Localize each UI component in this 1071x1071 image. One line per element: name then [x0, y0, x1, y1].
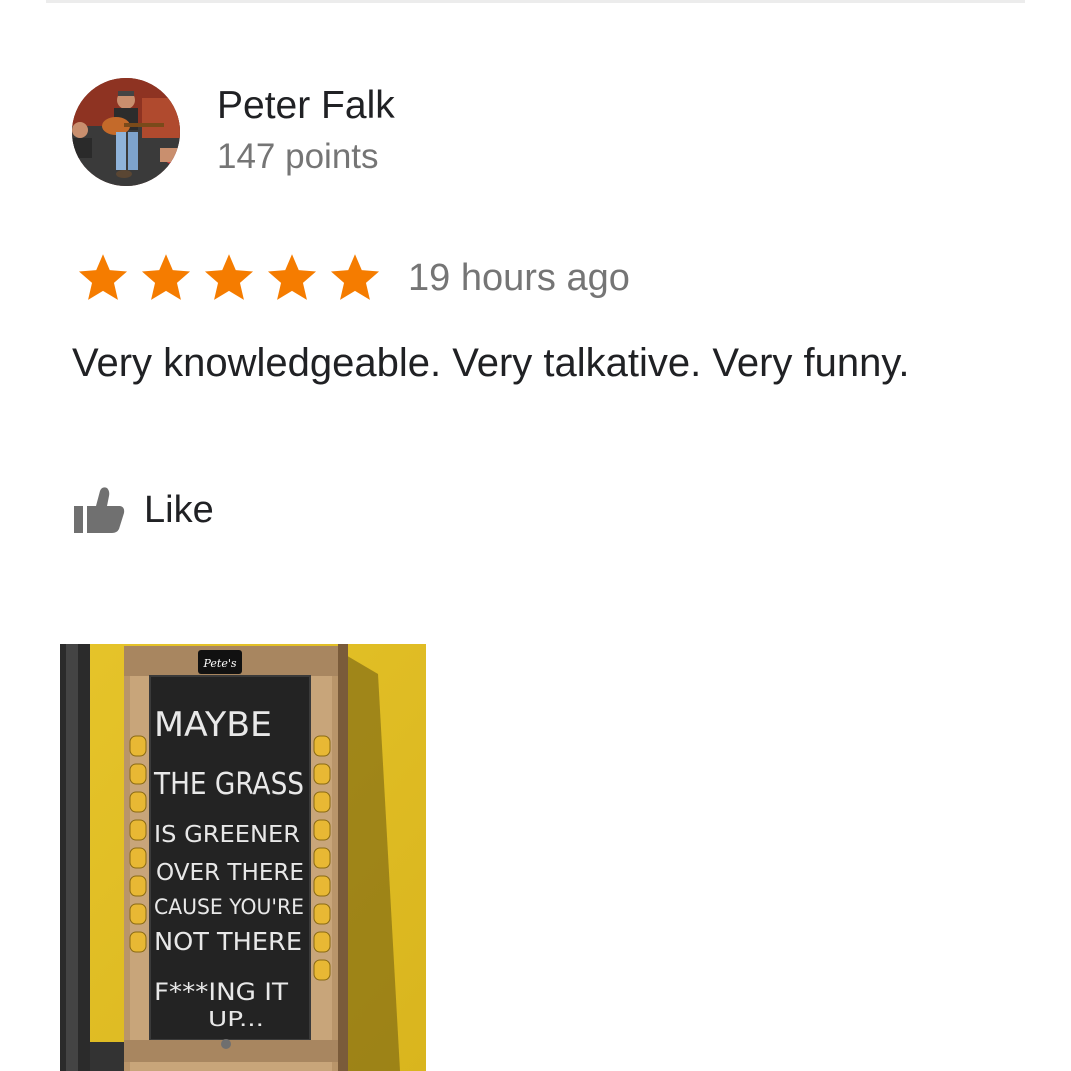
star-icon	[330, 254, 380, 300]
avatar-image	[72, 78, 180, 186]
star-icon	[78, 254, 128, 300]
svg-text:NOT THERE: NOT THERE	[154, 927, 302, 956]
author-avatar[interactable]	[72, 78, 180, 186]
svg-text:MAYBE: MAYBE	[154, 705, 272, 745]
svg-text:UP...: UP...	[208, 1007, 264, 1031]
star-rating	[72, 250, 386, 306]
star-icon	[204, 254, 254, 300]
star-icon	[267, 254, 317, 300]
author-points: 147 points	[217, 137, 379, 176]
star-icon	[141, 254, 191, 300]
svg-text:OVER THERE: OVER THERE	[156, 860, 304, 886]
like-button[interactable]: Like	[72, 478, 214, 542]
like-label: Like	[144, 488, 214, 531]
svg-text:CAUSE YOU'RE: CAUSE YOU'RE	[154, 895, 304, 919]
review-photo[interactable]: Pete's MAYBE THE GRASS IS GREENER OVER T…	[60, 644, 426, 1071]
svg-text:IS GREENER: IS GREENER	[154, 822, 300, 848]
svg-text:F***ING IT: F***ING IT	[154, 978, 288, 1006]
svg-text:THE GRASS: THE GRASS	[153, 767, 304, 802]
author-name[interactable]: Peter Falk	[217, 84, 395, 128]
rating-row: 19 hours ago	[72, 250, 630, 306]
review-text: Very knowledgeable. Very talkative. Very…	[72, 341, 910, 385]
sign-brand: Pete's	[202, 657, 236, 670]
chalkboard-photo: Pete's MAYBE THE GRASS IS GREENER OVER T…	[60, 644, 426, 1071]
top-divider	[46, 0, 1025, 3]
thumbs-up-icon	[74, 487, 125, 533]
review-timestamp: 19 hours ago	[408, 256, 630, 299]
